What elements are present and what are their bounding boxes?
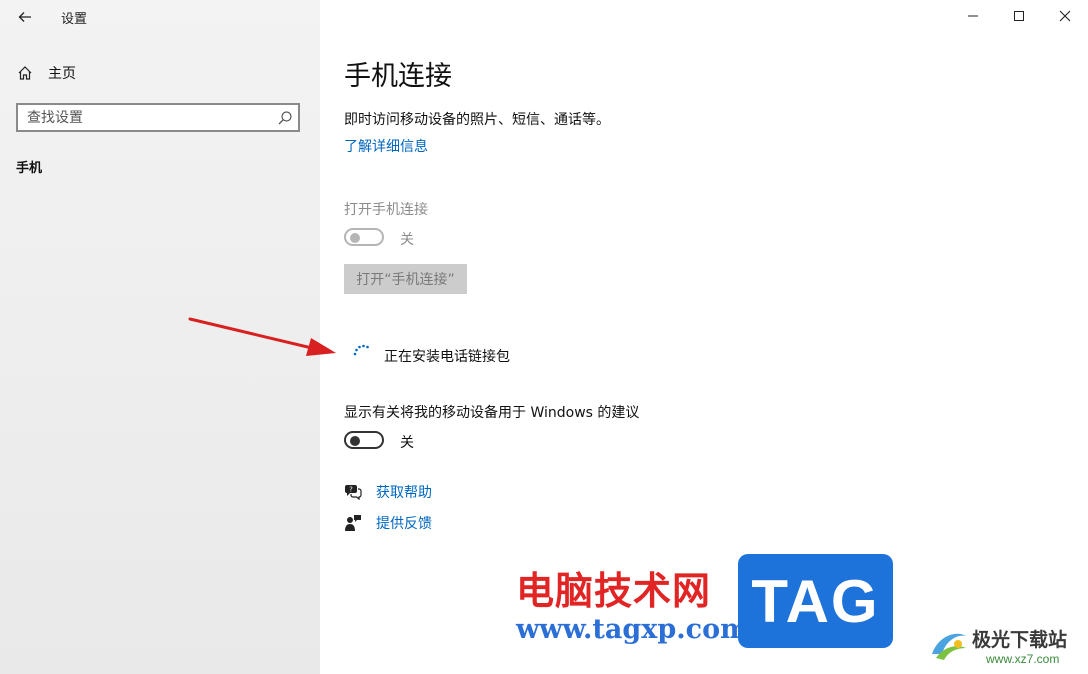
close-icon bbox=[1059, 10, 1071, 22]
app-title: 设置 bbox=[61, 12, 88, 27]
page-description: 即时访问移动设备的照片、短信、通话等。 bbox=[344, 112, 610, 128]
sidebar-item-label: 主页 bbox=[48, 66, 76, 82]
open-phone-link-toggle[interactable] bbox=[344, 228, 384, 246]
search-icon[interactable] bbox=[277, 110, 293, 126]
watermark-tag-logo: TAG bbox=[738, 554, 893, 648]
open-phone-link-button[interactable]: 打开“手机连接” bbox=[344, 264, 467, 294]
feedback-person-icon bbox=[345, 515, 361, 531]
suggestions-toggle[interactable] bbox=[344, 431, 384, 449]
learn-more-link[interactable]: 了解详细信息 bbox=[344, 136, 428, 156]
watermark-tag-text: TAG bbox=[751, 567, 880, 635]
sidebar: 设置 主页 手机 bbox=[0, 0, 320, 674]
minimize-icon bbox=[968, 15, 978, 17]
open-toggle-state: 关 bbox=[400, 232, 414, 248]
sidebar-item-home[interactable]: 主页 bbox=[16, 62, 76, 84]
search-box[interactable] bbox=[16, 103, 300, 132]
close-button[interactable] bbox=[1042, 0, 1088, 32]
watermark-logo-icon bbox=[932, 633, 966, 660]
help-chat-icon: ? bbox=[345, 485, 362, 501]
suggestions-label: 显示有关将我的移动设备用于 Windows 的建议 bbox=[344, 405, 640, 421]
give-feedback-link[interactable]: 提供反馈 bbox=[344, 513, 432, 533]
installing-status-text: 正在安装电话链接包 bbox=[384, 349, 510, 365]
minimize-button[interactable] bbox=[950, 0, 996, 32]
watermark-site-name: 电脑技术网 bbox=[516, 569, 712, 613]
back-button[interactable] bbox=[12, 4, 38, 30]
get-help-link[interactable]: ? 获取帮助 bbox=[344, 482, 432, 502]
search-input[interactable] bbox=[27, 108, 267, 127]
watermark-site-url: www.tagxp.com bbox=[516, 614, 749, 645]
home-icon bbox=[16, 64, 34, 82]
watermark2-site-name: 极光下载站 bbox=[972, 629, 1068, 651]
maximize-icon bbox=[1014, 11, 1024, 21]
maximize-button[interactable] bbox=[996, 0, 1042, 32]
section-label-phone: 手机 bbox=[16, 161, 43, 176]
suggestions-toggle-state: 关 bbox=[400, 435, 414, 451]
svg-text:?: ? bbox=[349, 486, 353, 494]
toggle-knob bbox=[350, 233, 360, 243]
loading-spinner-icon bbox=[353, 344, 369, 356]
get-help-label: 获取帮助 bbox=[376, 485, 432, 501]
open-phone-link-label: 打开手机连接 bbox=[344, 202, 428, 218]
page-title: 手机连接 bbox=[344, 61, 452, 92]
toggle-knob bbox=[350, 436, 360, 446]
watermark2-site-url: www.xz7.com bbox=[986, 652, 1060, 666]
back-arrow-icon bbox=[18, 12, 31, 22]
give-feedback-label: 提供反馈 bbox=[376, 516, 432, 532]
